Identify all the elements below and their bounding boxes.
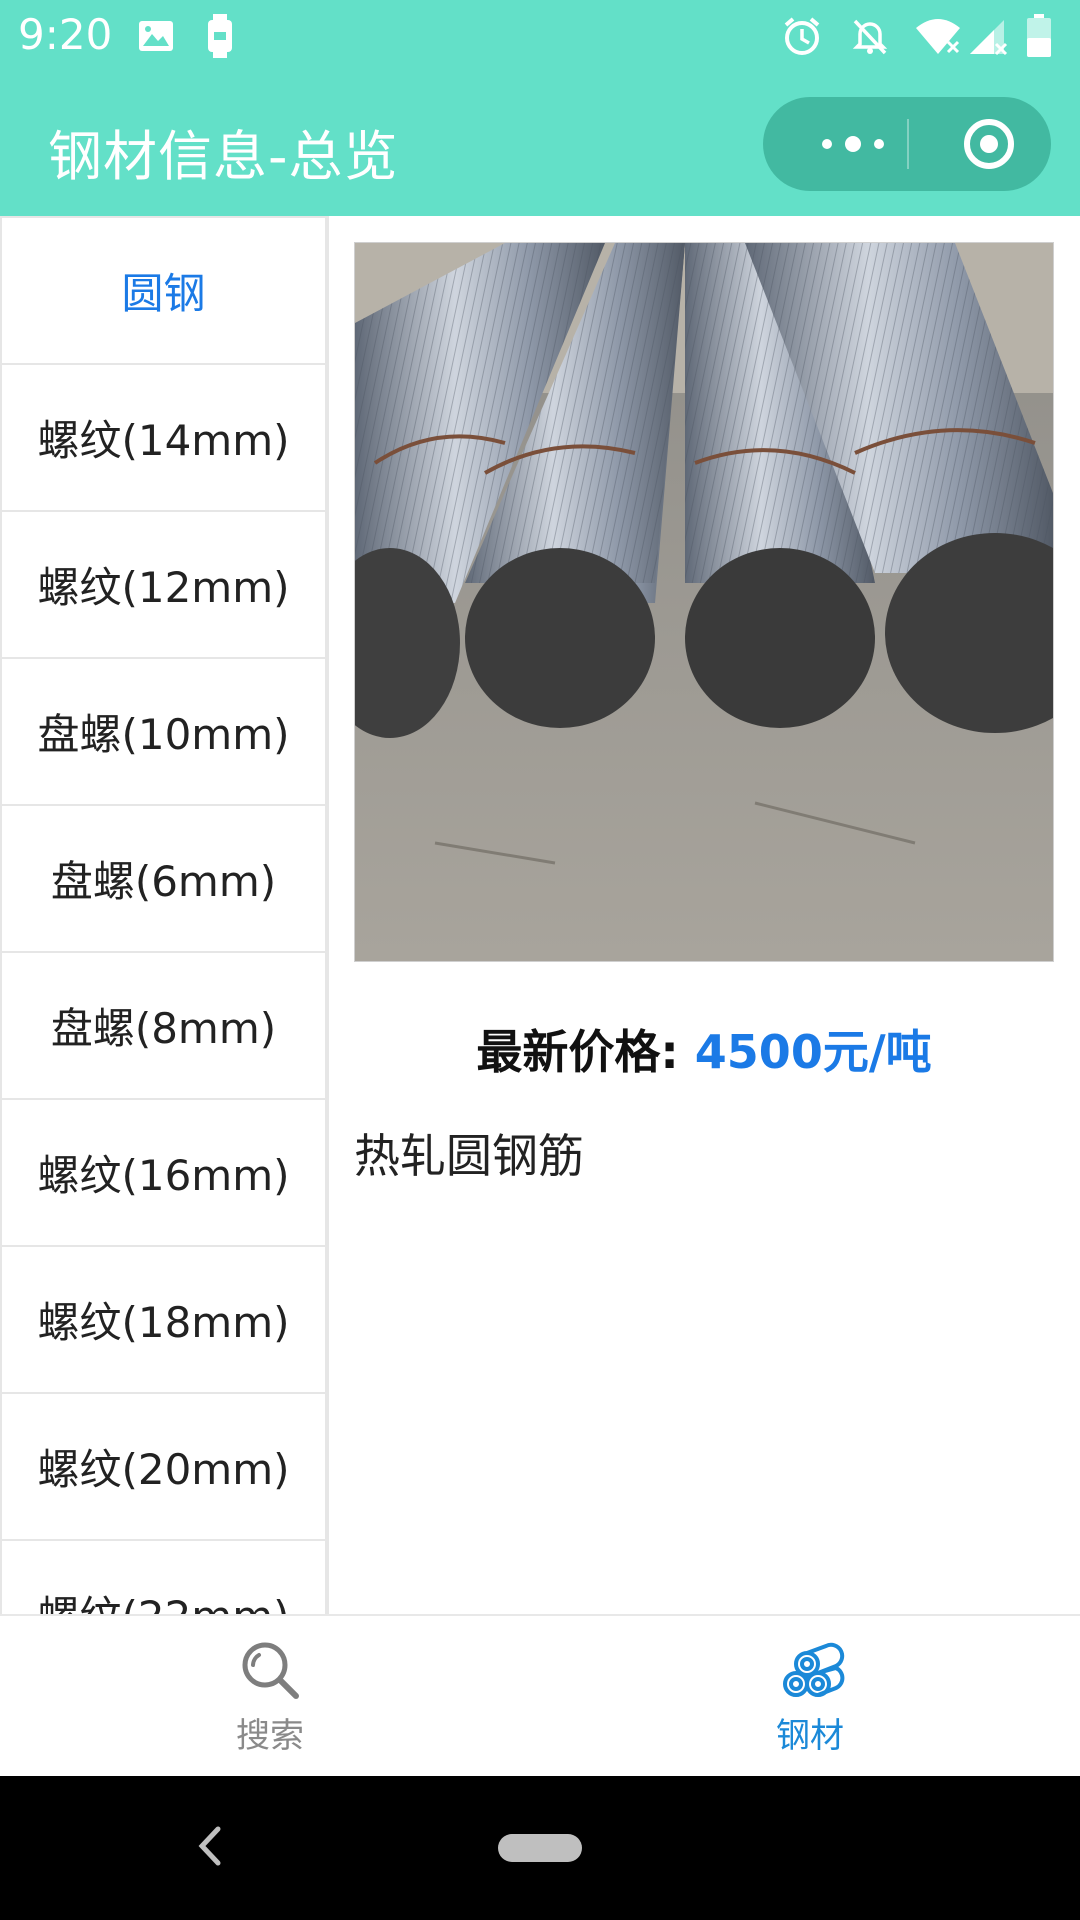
tab-steel-label: 钢材 bbox=[776, 1715, 844, 1756]
wifi-icon bbox=[914, 14, 962, 58]
alarm-icon bbox=[782, 14, 822, 58]
watch-icon bbox=[206, 14, 234, 58]
page-title: 钢材信息-总览 bbox=[48, 125, 399, 188]
sidebar-item[interactable]: 盘螺(10mm) bbox=[0, 659, 327, 806]
product-detail: 最新价格: 4500元/吨 热轧圆钢筋 bbox=[354, 242, 1054, 1186]
image-icon bbox=[138, 14, 174, 58]
sidebar-item[interactable]: 螺纹(14mm) bbox=[0, 365, 327, 512]
steel-pipes-icon bbox=[783, 1642, 845, 1697]
bell-off-icon bbox=[850, 14, 890, 58]
sidebar-item[interactable]: 螺纹(12mm) bbox=[0, 512, 327, 659]
search-icon bbox=[242, 1642, 299, 1699]
sidebar-item[interactable]: 螺纹(20mm) bbox=[0, 1394, 327, 1541]
steel-bars-photo bbox=[354, 242, 1054, 962]
sidebar-item[interactable]: 螺纹(22mm) bbox=[0, 1541, 327, 1614]
back-icon[interactable] bbox=[190, 1821, 230, 1871]
home-pill-button[interactable] bbox=[498, 1834, 582, 1862]
sidebar-item[interactable]: 盘螺(8mm) bbox=[0, 953, 327, 1100]
status-time: 9:20 bbox=[18, 10, 113, 59]
mini-program-capsule bbox=[763, 97, 1051, 191]
price-value: 4500元/吨 bbox=[694, 1025, 932, 1079]
capsule-divider bbox=[907, 119, 909, 169]
sidebar-item[interactable]: 螺纹(16mm) bbox=[0, 1100, 327, 1247]
price-row: 最新价格: 4500元/吨 bbox=[354, 1016, 1054, 1082]
tab-search[interactable]: 搜索 bbox=[0, 1616, 540, 1778]
target-close-icon[interactable] bbox=[939, 97, 1039, 191]
title-bar: 钢材信息-总览 bbox=[0, 72, 1080, 216]
tab-bar: 搜索 钢材 bbox=[0, 1614, 1080, 1778]
product-description: 热轧圆钢筋 bbox=[354, 1129, 584, 1183]
status-bar: 9:20 bbox=[0, 0, 1080, 72]
signal-icon bbox=[968, 14, 1008, 58]
category-sidebar[interactable]: 圆钢 螺纹(14mm) 螺纹(12mm) 盘螺(10mm) 盘螺(6mm) 盘螺… bbox=[0, 216, 329, 1614]
tab-steel[interactable]: 钢材 bbox=[540, 1616, 1080, 1778]
sidebar-item[interactable]: 圆钢 bbox=[0, 216, 327, 365]
sidebar-item[interactable]: 螺纹(18mm) bbox=[0, 1247, 327, 1394]
more-dots-icon[interactable] bbox=[803, 97, 903, 191]
battery-icon bbox=[1026, 14, 1052, 58]
price-label: 最新价格: bbox=[476, 1025, 679, 1079]
system-nav-bar bbox=[0, 1776, 1080, 1920]
sidebar-item[interactable]: 盘螺(6mm) bbox=[0, 806, 327, 953]
tab-search-label: 搜索 bbox=[236, 1715, 304, 1756]
